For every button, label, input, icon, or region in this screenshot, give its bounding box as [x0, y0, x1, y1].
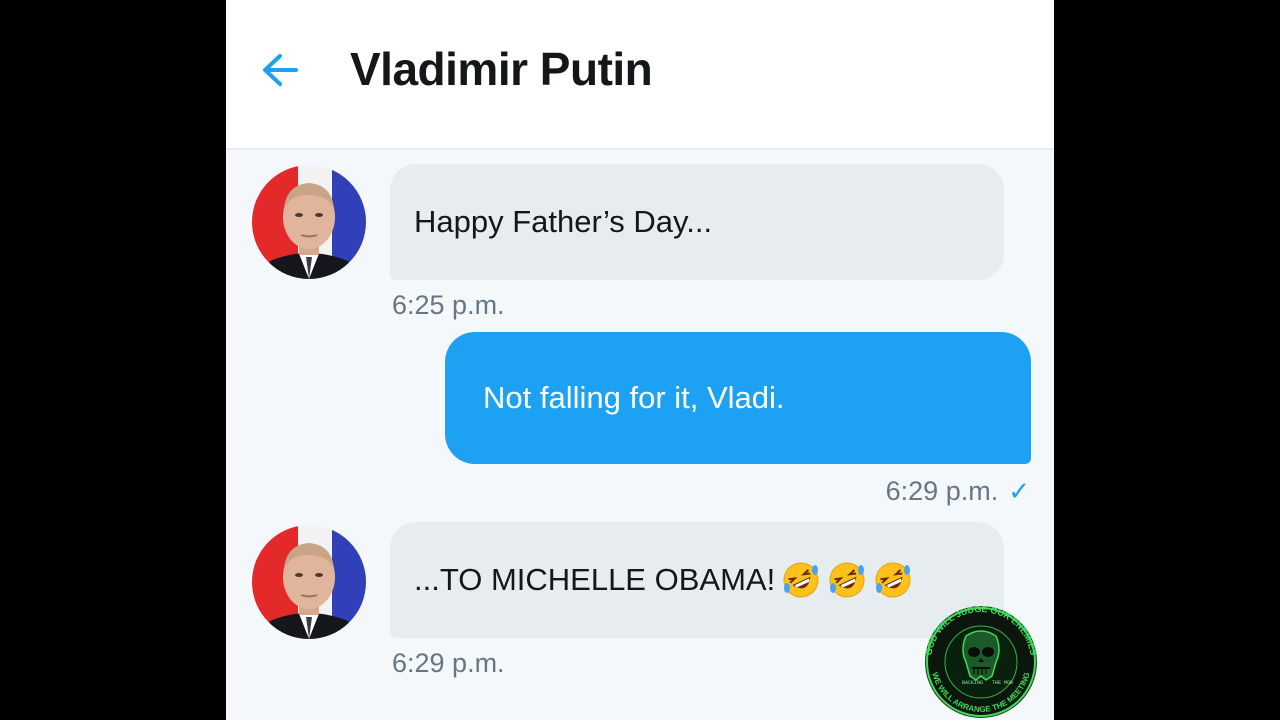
watermark-logo: GOD WILL JUDGE OUR ENEMIES WE WILL ARRAN… [923, 606, 1039, 718]
message-bubble-outgoing[interactable]: Not falling for it, Vladi. [445, 332, 1031, 464]
arrow-left-icon [263, 54, 298, 86]
message-timestamp: 6:29 p.m. [392, 648, 505, 678]
avatar[interactable] [252, 165, 366, 279]
laughing-emoji-icon [829, 562, 865, 598]
conversation-title: Vladimir Putin [350, 43, 653, 95]
message-timestamp: 6:29 p.m. [885, 476, 999, 506]
message-text: ...TO MICHELLE OBAMA! [414, 562, 776, 597]
conversation-header: Vladimir Putin [226, 0, 1054, 150]
message-text: Not falling for it, Vladi. [483, 380, 785, 415]
message-timestamp-row: 6:29 p.m. ✓ [886, 476, 1030, 507]
checkmark-icon: ✓ [1008, 476, 1030, 506]
laughing-emoji-icon [875, 562, 911, 598]
message-bubble-incoming[interactable]: Happy Father’s Day... [390, 164, 1004, 280]
svg-text:THE MOB: THE MOB [992, 680, 1013, 686]
avatar[interactable] [252, 525, 366, 639]
message-bubble-incoming[interactable]: ...TO MICHELLE OBAMA! [390, 522, 1004, 638]
message-timestamp: 6:25 p.m. [392, 290, 505, 320]
back-button[interactable] [260, 50, 300, 90]
message-text: Happy Father’s Day... [414, 204, 713, 239]
laughing-emoji-icon [783, 562, 819, 598]
svg-text:BACKING: BACKING [962, 680, 983, 686]
